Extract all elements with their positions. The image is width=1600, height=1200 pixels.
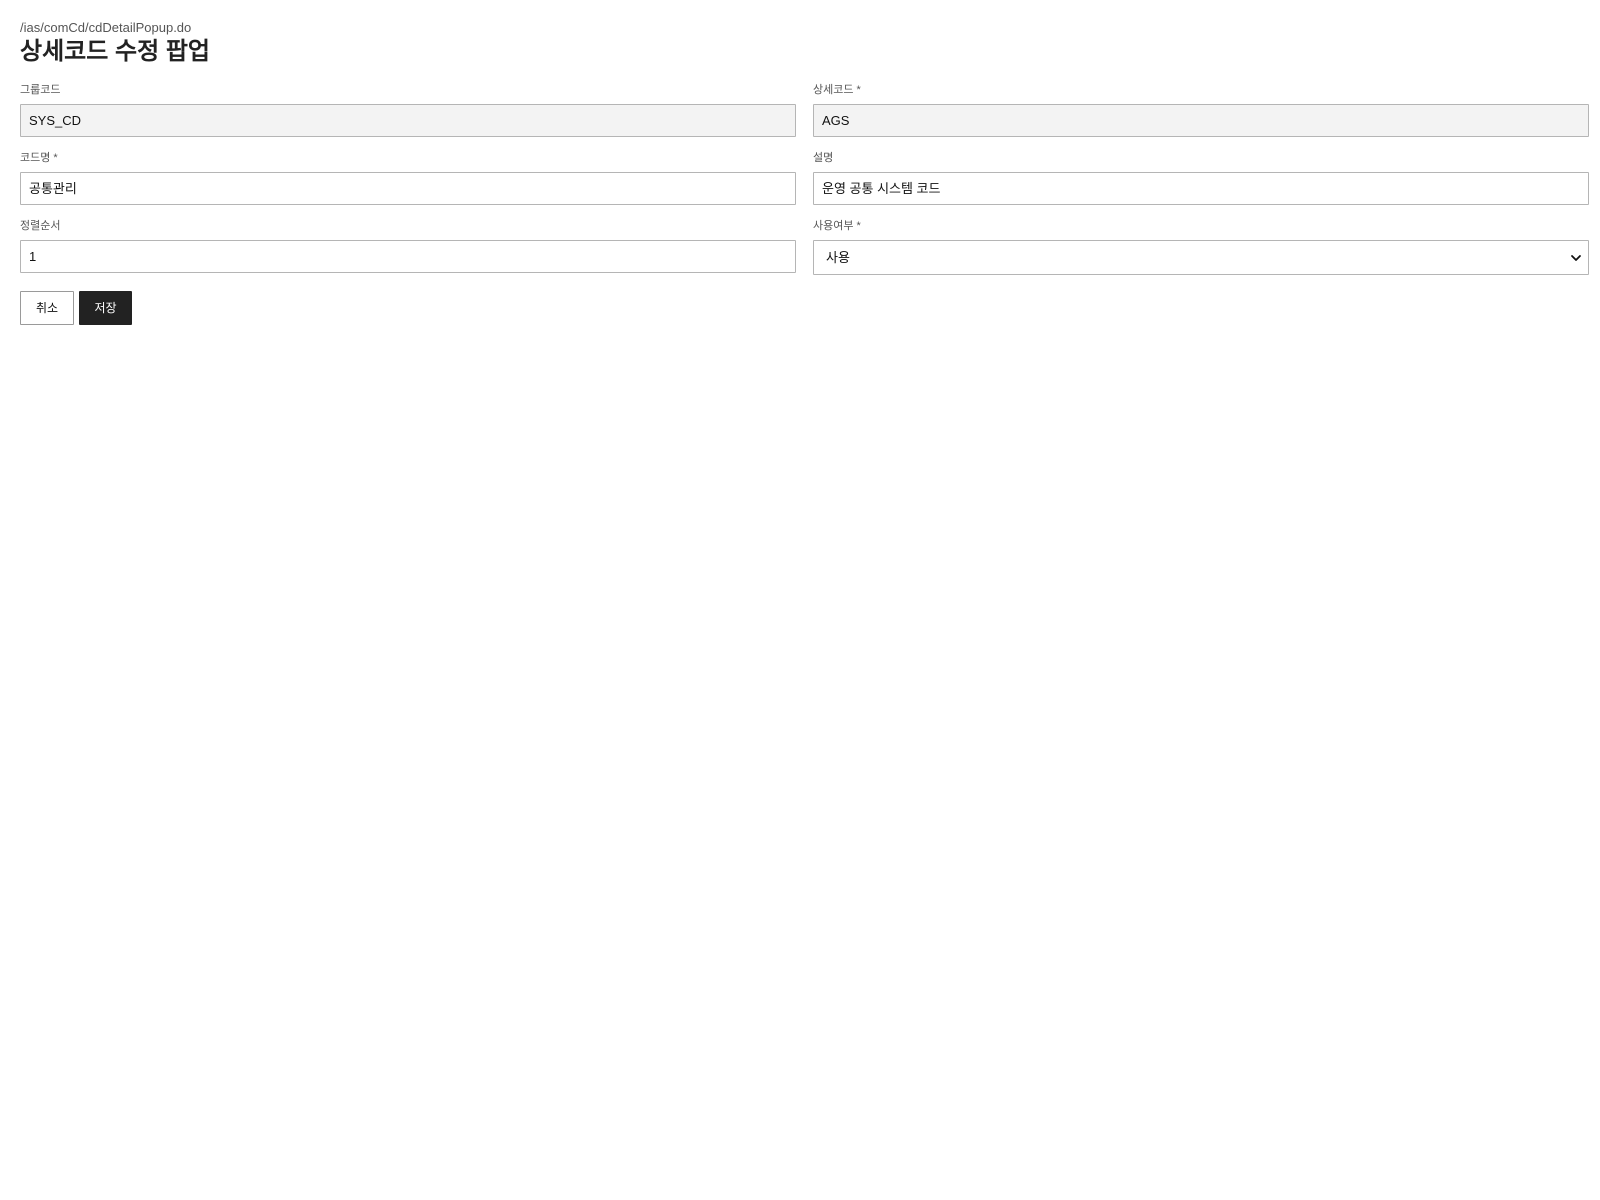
sort-order-input[interactable]: 1: [20, 240, 796, 273]
detail-code-label: 상세코드 *: [813, 84, 861, 96]
description-input[interactable]: 운영 공통 시스템 코드: [813, 172, 1589, 205]
code-name-input[interactable]: 공통관리: [20, 172, 796, 205]
group-code-field: 그룹코드 SYS_CD: [20, 83, 796, 137]
use-yn-selected-value: 사용: [826, 250, 850, 265]
detail-code-input[interactable]: AGS: [813, 104, 1589, 137]
description-label: 설명: [813, 152, 834, 164]
description-field: 설명 운영 공통 시스템 코드: [813, 151, 1589, 205]
use-yn-select[interactable]: 사용: [813, 240, 1589, 275]
use-yn-label: 사용여부 *: [813, 220, 861, 232]
group-code-label: 그룹코드: [20, 84, 61, 96]
code-name-field: 코드명 * 공통관리: [20, 151, 796, 205]
chevron-down-icon: [1571, 255, 1581, 261]
group-code-input[interactable]: SYS_CD: [20, 104, 796, 137]
url-path: /ias/comCd/cdDetailPopup.do: [20, 20, 192, 35]
sort-order-field: 정렬순서 1: [20, 219, 796, 273]
use-yn-field: 사용여부 * 사용: [813, 219, 1589, 275]
form-actions: 취소 저장: [20, 291, 132, 325]
save-button[interactable]: 저장: [79, 291, 132, 325]
page-title: 상세코드 수정 팝업: [20, 38, 210, 65]
code-name-label: 코드명 *: [20, 152, 58, 164]
detail-code-field: 상세코드 * AGS: [813, 83, 1589, 137]
cancel-button[interactable]: 취소: [20, 291, 74, 325]
sort-order-label: 정렬순서: [20, 220, 61, 232]
